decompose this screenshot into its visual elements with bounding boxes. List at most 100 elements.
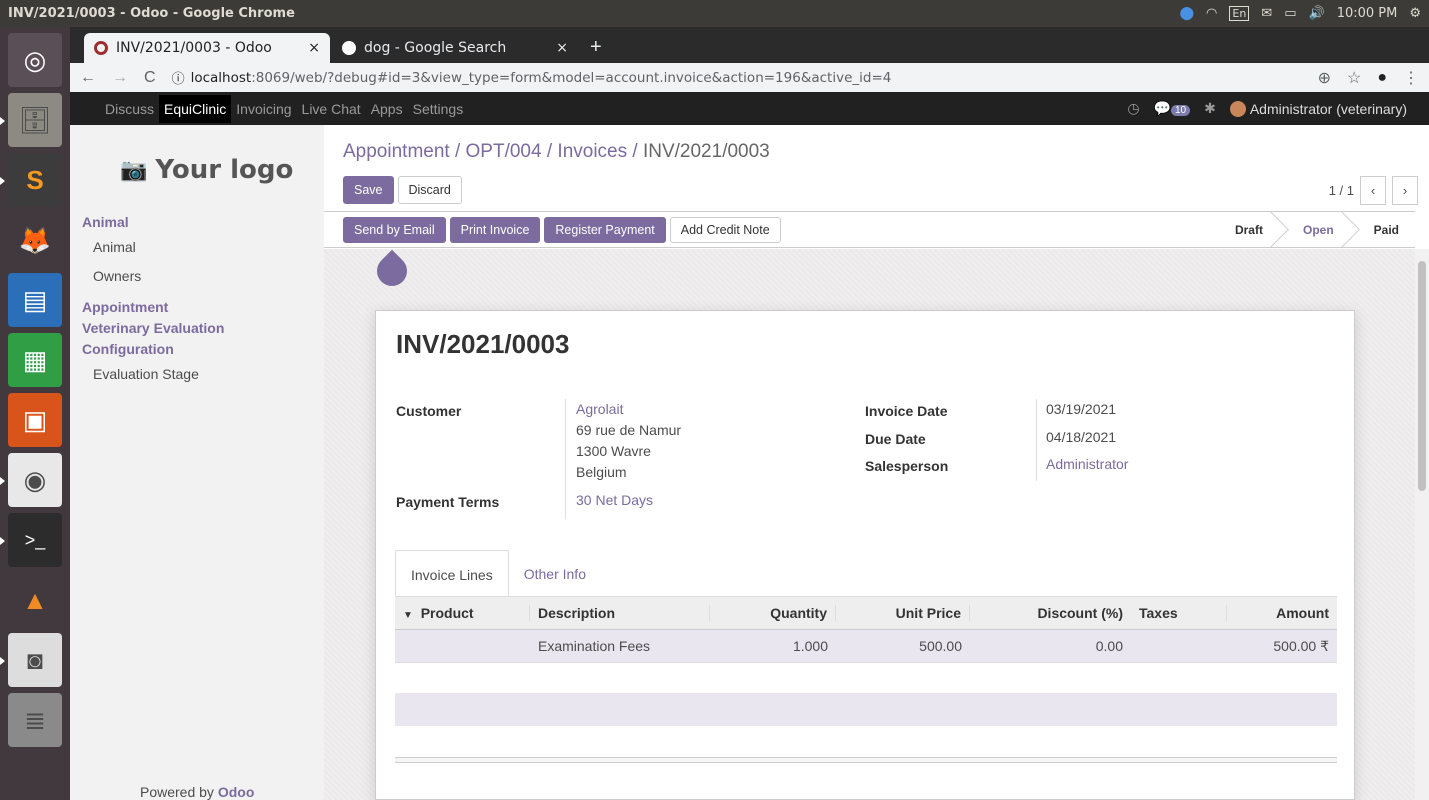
header-actions: Send by Email Print Invoice Register Pay…	[343, 217, 781, 243]
menu-equiclinic[interactable]: EquiClinic	[159, 94, 232, 123]
column-product[interactable]: ▼ Product	[395, 605, 530, 621]
menu-discuss[interactable]: Discuss	[100, 95, 159, 123]
payment-terms-link[interactable]: 30 Net Days	[576, 490, 653, 511]
sidebar-item-evaluation-stage[interactable]: Evaluation Stage	[70, 360, 324, 389]
breadcrumb-current: INV/2021/0003	[642, 141, 770, 162]
sidebar-section-appointment[interactable]: Appointment	[70, 297, 324, 318]
camera-icon[interactable]: ◙	[0, 633, 62, 687]
add-credit-note-button[interactable]: Add Credit Note	[669, 217, 781, 243]
invoice-date-value[interactable]: 03/19/2021	[1046, 399, 1116, 420]
camera-icon: 📷	[120, 157, 148, 183]
menu-invoicing[interactable]: Invoicing	[231, 95, 296, 123]
column-description[interactable]: Description	[530, 605, 710, 621]
powered-by-brand[interactable]: Odoo	[218, 784, 255, 800]
close-icon[interactable]: ×	[308, 40, 320, 56]
sidebar-section-animal[interactable]: Animal	[70, 212, 324, 233]
activity-clock-icon[interactable]: ◷	[1127, 100, 1139, 117]
profile-icon[interactable]: ●	[1377, 69, 1387, 87]
battery-icon[interactable]: ▭	[1284, 6, 1296, 21]
breadcrumb-opt[interactable]: OPT/004	[466, 141, 542, 162]
browser-tab-title: INV/2021/0003 - Odoo	[116, 40, 272, 56]
browser-tab-odoo[interactable]: INV/2021/0003 - Odoo ×	[84, 33, 330, 63]
url-field[interactable]: ⓘ localhost:8069/web/?debug#id=3&view_ty…	[172, 68, 1302, 88]
table-row[interactable]: Examination Fees 1.000 500.00 0.00 500.0…	[395, 630, 1337, 663]
pager-value: 1 / 1	[1328, 183, 1354, 198]
close-icon[interactable]: ×	[556, 40, 568, 56]
new-tab-icon[interactable]: +	[580, 36, 612, 63]
clock[interactable]: 10:00 PM	[1337, 6, 1398, 21]
breadcrumb-invoices[interactable]: Invoices	[557, 141, 627, 162]
vlc-icon[interactable]: ▲	[8, 573, 62, 627]
sidebar-item-animal[interactable]: Animal	[70, 233, 324, 262]
browser-tab-google[interactable]: dog - Google Search ×	[332, 33, 578, 63]
tab-invoice-lines[interactable]: Invoice Lines	[395, 550, 509, 597]
column-unit-price[interactable]: Unit Price	[836, 605, 970, 621]
menu-settings[interactable]: Settings	[408, 95, 469, 123]
back-icon[interactable]: ←	[80, 69, 96, 87]
cell-quantity[interactable]: 1.000	[710, 638, 836, 654]
pager-next-icon[interactable]: ›	[1392, 176, 1418, 205]
bookmark-star-icon[interactable]: ☆	[1347, 68, 1361, 88]
pager-previous-icon[interactable]: ‹	[1360, 176, 1386, 205]
menu-apps[interactable]: Apps	[366, 95, 408, 123]
customer-link[interactable]: Agrolait	[576, 399, 623, 420]
sidebar-section-veterinary-evaluation[interactable]: Veterinary Evaluation	[70, 318, 324, 339]
scrollbar[interactable]	[1415, 249, 1429, 800]
terminal-icon[interactable]: >_	[0, 513, 62, 567]
sidebar-item-owners[interactable]: Owners	[70, 262, 324, 291]
browser-tab-strip: INV/2021/0003 - Odoo × dog - Google Sear…	[70, 27, 1429, 63]
libreoffice-calc-icon[interactable]: ▦	[8, 333, 62, 387]
ubuntu-home-icon[interactable]: ◎	[8, 33, 62, 87]
customer-address-country: Belgium	[576, 464, 627, 480]
register-payment-button[interactable]: Register Payment	[544, 217, 666, 243]
column-quantity[interactable]: Quantity	[710, 605, 836, 621]
scrollbar-thumb[interactable]	[1418, 261, 1426, 491]
due-date-value[interactable]: 04/18/2021	[1046, 427, 1116, 448]
volume-icon[interactable]: 🔊	[1309, 6, 1325, 21]
forward-icon[interactable]: →	[112, 69, 128, 87]
user-menu[interactable]: Administrator (veterinary)	[1229, 100, 1407, 117]
libreoffice-impress-icon[interactable]: ▣	[8, 393, 62, 447]
system-tray: ⬤ ◠ En ✉ ▭ 🔊 10:00 PM ⚙	[1179, 6, 1421, 21]
salesperson-link[interactable]: Administrator	[1046, 454, 1128, 475]
firefox-icon[interactable]: 🦊	[8, 213, 62, 267]
cell-description[interactable]: Examination Fees	[530, 638, 710, 654]
cell-discount[interactable]: 0.00	[970, 638, 1131, 654]
sort-caret-icon[interactable]: ▼	[403, 610, 413, 621]
breadcrumb-appointment[interactable]: Appointment	[343, 141, 450, 162]
info-icon[interactable]: ⓘ	[172, 68, 185, 87]
menu-kebab-icon[interactable]: ⋮	[1403, 68, 1419, 88]
cell-unit-price[interactable]: 500.00	[836, 638, 970, 654]
tab-other-info[interactable]: Other Info	[509, 550, 601, 597]
discard-button[interactable]: Discard	[397, 176, 462, 204]
messages-icon[interactable]: 💬 10	[1154, 100, 1191, 117]
settings-gear-icon[interactable]: ⚙	[1409, 6, 1421, 21]
column-taxes[interactable]: Taxes	[1131, 605, 1227, 621]
zoom-icon[interactable]: ⊕	[1318, 68, 1331, 88]
table-row-empty[interactable]	[395, 693, 1337, 726]
libreoffice-writer-icon[interactable]: ▤	[8, 273, 62, 327]
url-path: :8069/web/?debug#id=3&view_type=form&mod…	[251, 69, 892, 86]
company-logo[interactable]: 📷 Your logo	[120, 155, 324, 185]
debug-bug-icon[interactable]: ✱	[1204, 100, 1216, 117]
send-by-email-button[interactable]: Send by Email	[343, 217, 446, 243]
keyboard-layout-indicator[interactable]: En	[1229, 6, 1250, 21]
menu-live-chat[interactable]: Live Chat	[297, 95, 366, 123]
stage-open: Open	[1279, 212, 1350, 247]
user-name: Administrator (veterinary)	[1249, 100, 1407, 117]
reload-icon[interactable]: C	[144, 69, 156, 87]
teamviewer-icon[interactable]: ⬤	[1179, 6, 1194, 21]
mail-icon[interactable]: ✉	[1261, 6, 1272, 21]
column-amount[interactable]: Amount	[1227, 605, 1337, 621]
chrome-icon[interactable]: ◉	[0, 453, 62, 507]
save-button[interactable]: Save	[343, 176, 394, 204]
sidebar-section-configuration[interactable]: Configuration	[70, 339, 324, 360]
column-discount[interactable]: Discount (%)	[970, 605, 1131, 621]
customer-address-city: 1300 Wavre	[576, 443, 651, 459]
wifi-icon[interactable]: ◠	[1206, 6, 1217, 21]
form-statusbar: Send by Email Print Invoice Register Pay…	[324, 211, 1415, 248]
files-icon[interactable]: 🗄	[0, 93, 62, 147]
print-invoice-button[interactable]: Print Invoice	[449, 217, 541, 243]
sublime-text-icon[interactable]: S	[0, 153, 62, 207]
workspaces-icon[interactable]: ≣	[8, 693, 62, 747]
